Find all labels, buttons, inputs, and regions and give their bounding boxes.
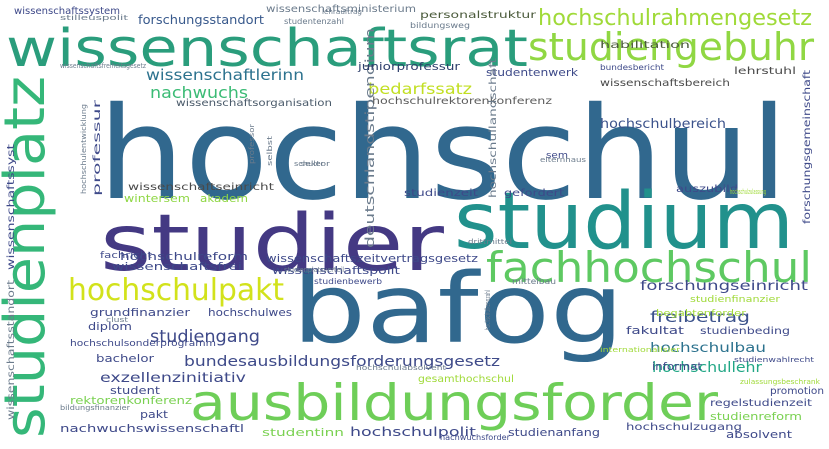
cloud-word: bundesausbildungsforderungsgesetz [184,354,500,370]
cloud-word: hochschulabsolvent [356,364,446,372]
cloud-word: promotion [770,386,824,397]
cloud-word: hochschulwes [208,306,292,319]
cloud-word: bachelor [96,352,155,365]
cloud-word: juniorprofessur [357,60,461,73]
cloud-word: fachricht [100,251,153,261]
cloud-word: pakt [140,408,169,421]
cloud-word: bildungsfinanzier [60,404,130,412]
cloud-word: wintersem [124,192,190,205]
cloud-word: hochschulentwicklung [80,104,88,194]
cloud-word: studienwahlrecht [734,356,814,364]
cloud-word: informat [652,360,703,373]
cloud-word: wissenschaftsbereich [600,78,730,89]
cloud-word: nachwuchsforder [440,433,511,442]
cloud-word: wissenschaftssyst [6,144,17,270]
cloud-word: lehrauftrag [322,8,362,16]
cloud-word: wissenschaftsfreiheitsgesetz [60,62,146,70]
cloud-word: nachwuchswissenschaftl [60,422,244,435]
cloud-word: professur [92,98,103,196]
cloud-word: regelstudienzeit [710,398,812,409]
cloud-word: studienplatzverteil [284,266,344,274]
cloud-word: studienzeit [404,188,478,199]
cloud-word: forschungsgemeinschaft [802,70,813,224]
cloud-word: hochschulsonderprogramm [70,339,216,349]
cloud-word: mittelbau [512,277,556,286]
cloud-word: forschungseinricht [640,279,808,294]
cloud-word: studienanfang [508,426,600,439]
cloud-word: internationalisier [600,346,680,354]
cloud-word: habilitation [600,40,690,51]
cloud-word: selbst [266,136,274,166]
cloud-word: studentinn [262,426,344,439]
cloud-word: personalstruktur [420,10,537,21]
cloud-word: gesamthochschul [418,374,514,385]
cloud-word: hochschulrektorenkonferenz [372,96,552,107]
cloud-word: gefordert [504,188,564,199]
cloud-word: forschungsstandort [138,13,264,27]
cloud-word: studienfinanzier [690,295,780,305]
cloud-word: fakultat [626,324,685,337]
cloud-word: stilleuspolit [60,14,128,22]
cloud-word: auszubild [676,184,738,195]
cloud-word: wissenschaftsorganisation [176,98,332,109]
word-cloud-svg: hochschulbafogstudier studiumwissenschaft… [0,4,824,442]
cloud-word: hochschulbereich [600,117,726,132]
cloud-word: hochschullandschaft [488,58,499,198]
cloud-word: wissenschaftszeitvertragsgesetz [266,252,478,265]
cloud-word: zulassungsbeschrank [740,378,821,386]
cloud-word: clust [106,316,128,324]
cloud-word: bundesbericht [600,63,664,72]
cloud-word: wissenschaftsstandort [6,280,17,420]
cloud-word: schuler [294,160,324,168]
cloud-word: studienbeding [700,326,790,337]
cloud-word: hochschulzugang [626,422,742,433]
cloud-word: bildungsweg [410,21,470,30]
cloud-word: elternhaus [540,156,586,164]
word-cloud: hochschul bafog studier studium wissenschaft… [0,0,829,449]
cloud-word: lehrstuhl [734,66,796,77]
cloud-word: hochschulrahmengesetz [538,6,812,31]
cloud-word: wissenschaftlerinn [146,66,304,84]
cloud-word: drittmittel [468,238,512,246]
cloud-word: professor [248,124,256,164]
cloud-word: hochschulkennzahl [484,290,492,330]
cloud-word: akadem [200,192,248,205]
cloud-word: studentenwerk [486,66,579,79]
cloud-word: studienbewerb [314,277,382,286]
cloud-word: hochschulzulassung [730,188,766,196]
cloud-word: hochschulpakt [68,273,284,308]
cloud-word: begabtenforder [656,309,746,319]
cloud-word: studentenzahl [284,17,344,26]
